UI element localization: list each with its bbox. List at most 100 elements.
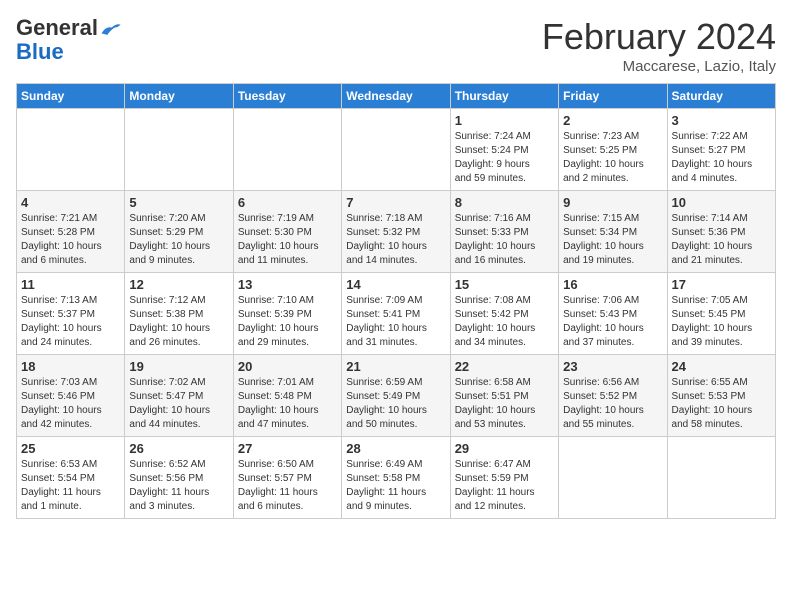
calendar-day-cell: 25 Sunrise: 6:53 AM Sunset: 5:54 PM Dayli… — [17, 437, 125, 519]
weekday-header: Saturday — [667, 84, 775, 109]
day-number: 16 — [563, 277, 662, 292]
calendar-day-cell — [559, 437, 667, 519]
day-info: Sunrise: 6:59 AM Sunset: 5:49 PM Dayligh… — [346, 376, 445, 432]
calendar-day-cell: 12 Sunrise: 7:12 AM Sunset: 5:38 PM Dayli… — [125, 273, 233, 355]
calendar-day-cell: 7 Sunrise: 7:18 AM Sunset: 5:32 PM Daylig… — [342, 191, 450, 273]
day-number: 19 — [129, 359, 228, 374]
day-number: 18 — [21, 359, 120, 374]
calendar-day-cell: 17 Sunrise: 7:05 AM Sunset: 5:45 PM Dayli… — [667, 273, 775, 355]
day-info: Sunrise: 7:01 AM Sunset: 5:48 PM Dayligh… — [238, 376, 337, 432]
weekday-header: Wednesday — [342, 84, 450, 109]
day-info: Sunrise: 7:13 AM Sunset: 5:37 PM Dayligh… — [21, 294, 120, 350]
day-info: Sunrise: 7:23 AM Sunset: 5:25 PM Dayligh… — [563, 130, 662, 186]
day-info: Sunrise: 6:56 AM Sunset: 5:52 PM Dayligh… — [563, 376, 662, 432]
day-info: Sunrise: 6:55 AM Sunset: 5:53 PM Dayligh… — [672, 376, 771, 432]
logo-general-text: General — [16, 15, 98, 40]
calendar-day-cell: 28 Sunrise: 6:49 AM Sunset: 5:58 PM Dayli… — [342, 437, 450, 519]
day-info: Sunrise: 7:18 AM Sunset: 5:32 PM Dayligh… — [346, 212, 445, 268]
logo: General Blue — [16, 16, 122, 64]
day-info: Sunrise: 7:06 AM Sunset: 5:43 PM Dayligh… — [563, 294, 662, 350]
day-number: 28 — [346, 441, 445, 456]
day-number: 4 — [21, 195, 120, 210]
day-number: 7 — [346, 195, 445, 210]
day-number: 1 — [455, 113, 554, 128]
calendar-day-cell: 10 Sunrise: 7:14 AM Sunset: 5:36 PM Dayli… — [667, 191, 775, 273]
calendar-week-row: 18 Sunrise: 7:03 AM Sunset: 5:46 PM Dayli… — [17, 355, 776, 437]
day-info: Sunrise: 6:50 AM Sunset: 5:57 PM Dayligh… — [238, 458, 337, 514]
day-number: 11 — [21, 277, 120, 292]
calendar-day-cell: 11 Sunrise: 7:13 AM Sunset: 5:37 PM Dayli… — [17, 273, 125, 355]
calendar-day-cell: 8 Sunrise: 7:16 AM Sunset: 5:33 PM Daylig… — [450, 191, 558, 273]
day-number: 9 — [563, 195, 662, 210]
day-info: Sunrise: 7:19 AM Sunset: 5:30 PM Dayligh… — [238, 212, 337, 268]
day-number: 14 — [346, 277, 445, 292]
calendar-day-cell: 20 Sunrise: 7:01 AM Sunset: 5:48 PM Dayli… — [233, 355, 341, 437]
day-number: 15 — [455, 277, 554, 292]
day-number: 21 — [346, 359, 445, 374]
calendar-day-cell: 16 Sunrise: 7:06 AM Sunset: 5:43 PM Dayli… — [559, 273, 667, 355]
day-number: 22 — [455, 359, 554, 374]
calendar-table: SundayMondayTuesdayWednesdayThursdayFrid… — [16, 83, 776, 519]
calendar-day-cell: 9 Sunrise: 7:15 AM Sunset: 5:34 PM Daylig… — [559, 191, 667, 273]
calendar-day-cell: 23 Sunrise: 6:56 AM Sunset: 5:52 PM Dayli… — [559, 355, 667, 437]
day-number: 5 — [129, 195, 228, 210]
weekday-header: Sunday — [17, 84, 125, 109]
calendar-week-row: 11 Sunrise: 7:13 AM Sunset: 5:37 PM Dayli… — [17, 273, 776, 355]
logo-bird-icon — [100, 20, 122, 38]
day-info: Sunrise: 7:12 AM Sunset: 5:38 PM Dayligh… — [129, 294, 228, 350]
day-number: 2 — [563, 113, 662, 128]
calendar-day-cell: 14 Sunrise: 7:09 AM Sunset: 5:41 PM Dayli… — [342, 273, 450, 355]
day-number: 27 — [238, 441, 337, 456]
calendar-day-cell — [342, 109, 450, 191]
calendar-day-cell: 19 Sunrise: 7:02 AM Sunset: 5:47 PM Dayli… — [125, 355, 233, 437]
weekday-header: Tuesday — [233, 84, 341, 109]
day-number: 12 — [129, 277, 228, 292]
day-info: Sunrise: 7:20 AM Sunset: 5:29 PM Dayligh… — [129, 212, 228, 268]
day-info: Sunrise: 7:22 AM Sunset: 5:27 PM Dayligh… — [672, 130, 771, 186]
calendar-day-cell — [125, 109, 233, 191]
day-info: Sunrise: 7:05 AM Sunset: 5:45 PM Dayligh… — [672, 294, 771, 350]
day-number: 23 — [563, 359, 662, 374]
weekday-header: Thursday — [450, 84, 558, 109]
location: Maccarese, Lazio, Italy — [542, 58, 776, 75]
calendar-day-cell: 1Sunrise: 7:24 AM Sunset: 5:24 PM Daylig… — [450, 109, 558, 191]
day-number: 26 — [129, 441, 228, 456]
calendar-day-cell — [17, 109, 125, 191]
day-info: Sunrise: 6:49 AM Sunset: 5:58 PM Dayligh… — [346, 458, 445, 514]
calendar-day-cell: 18 Sunrise: 7:03 AM Sunset: 5:46 PM Dayli… — [17, 355, 125, 437]
day-number: 10 — [672, 195, 771, 210]
logo-blue-text: Blue — [16, 39, 64, 64]
day-number: 24 — [672, 359, 771, 374]
day-number: 8 — [455, 195, 554, 210]
day-info: Sunrise: 6:52 AM Sunset: 5:56 PM Dayligh… — [129, 458, 228, 514]
day-info: Sunrise: 7:02 AM Sunset: 5:47 PM Dayligh… — [129, 376, 228, 432]
calendar-day-cell: 5 Sunrise: 7:20 AM Sunset: 5:29 PM Daylig… — [125, 191, 233, 273]
weekday-header: Friday — [559, 84, 667, 109]
day-info: Sunrise: 7:09 AM Sunset: 5:41 PM Dayligh… — [346, 294, 445, 350]
calendar-day-cell: 15Sunrise: 7:08 AM Sunset: 5:42 PM Dayli… — [450, 273, 558, 355]
calendar-day-cell: 24 Sunrise: 6:55 AM Sunset: 5:53 PM Dayli… — [667, 355, 775, 437]
calendar-day-cell: 22Sunrise: 6:58 AM Sunset: 5:51 PM Dayli… — [450, 355, 558, 437]
day-info: Sunrise: 7:03 AM Sunset: 5:46 PM Dayligh… — [21, 376, 120, 432]
day-number: 3 — [672, 113, 771, 128]
weekday-header: Monday — [125, 84, 233, 109]
day-info: Sunrise: 7:14 AM Sunset: 5:36 PM Dayligh… — [672, 212, 771, 268]
day-info: Sunrise: 6:53 AM Sunset: 5:54 PM Dayligh… — [21, 458, 120, 514]
day-number: 29 — [455, 441, 554, 456]
day-number: 13 — [238, 277, 337, 292]
day-number: 20 — [238, 359, 337, 374]
calendar-day-cell: 3 Sunrise: 7:22 AM Sunset: 5:27 PM Daylig… — [667, 109, 775, 191]
day-number: 17 — [672, 277, 771, 292]
month-year: February 2024 — [542, 16, 776, 58]
day-number: 6 — [238, 195, 337, 210]
calendar-day-cell: 26 Sunrise: 6:52 AM Sunset: 5:56 PM Dayli… — [125, 437, 233, 519]
day-info: Sunrise: 7:10 AM Sunset: 5:39 PM Dayligh… — [238, 294, 337, 350]
day-info: Sunrise: 7:16 AM Sunset: 5:33 PM Dayligh… — [455, 212, 554, 268]
weekday-header-row: SundayMondayTuesdayWednesdayThursdayFrid… — [17, 84, 776, 109]
calendar-day-cell — [233, 109, 341, 191]
calendar-week-row: 25 Sunrise: 6:53 AM Sunset: 5:54 PM Dayli… — [17, 437, 776, 519]
calendar-week-row: 4Sunrise: 7:21 AM Sunset: 5:28 PM Daylig… — [17, 191, 776, 273]
day-info: Sunrise: 7:15 AM Sunset: 5:34 PM Dayligh… — [563, 212, 662, 268]
day-number: 25 — [21, 441, 120, 456]
calendar-day-cell: 29Sunrise: 6:47 AM Sunset: 5:59 PM Dayli… — [450, 437, 558, 519]
